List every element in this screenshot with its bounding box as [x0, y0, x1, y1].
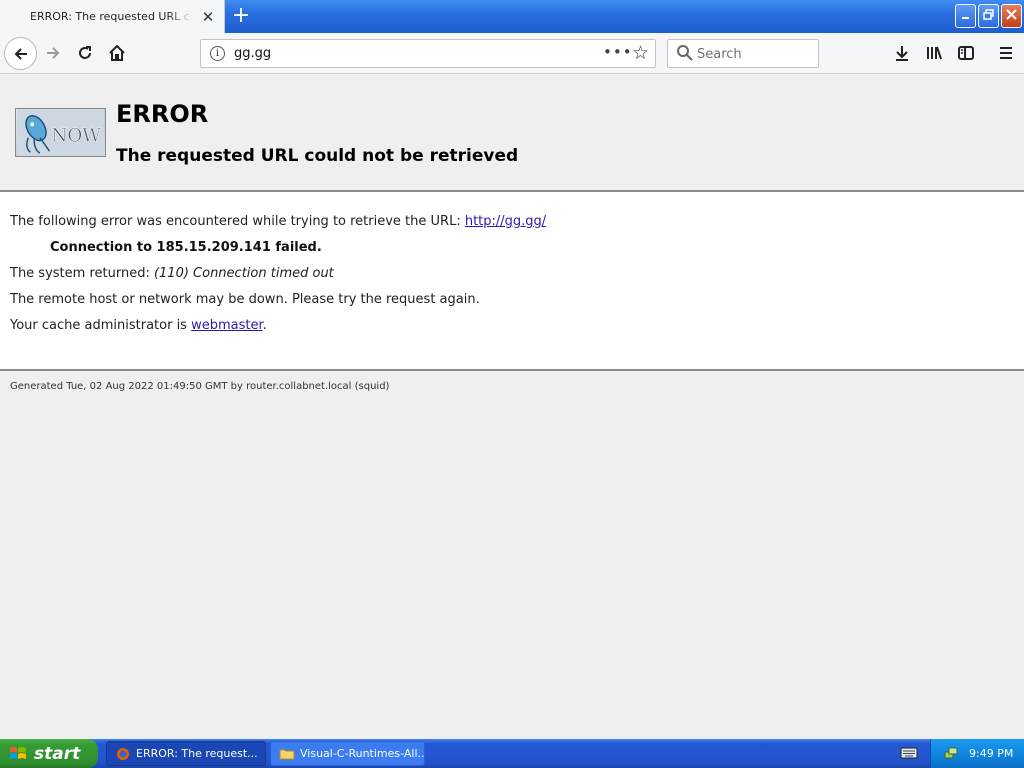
- network-icon[interactable]: [943, 745, 959, 761]
- svg-text:NOW: NOW: [51, 126, 101, 147]
- system-returned: The system returned: (110) Connection ti…: [10, 266, 334, 281]
- system-returned-value: (110) Connection timed out: [153, 266, 334, 281]
- forward-arrow-icon: [47, 47, 60, 59]
- restore-icon: [983, 9, 994, 20]
- minimize-icon: [961, 17, 969, 19]
- url-text[interactable]: gg.gg: [234, 46, 271, 61]
- back-button[interactable]: [4, 37, 37, 70]
- keyboard-icon[interactable]: [900, 745, 918, 761]
- search-icon: [677, 45, 693, 61]
- system-tray: 9:49 PM: [930, 739, 1024, 768]
- page-content: NOW ERROR The requested URL could not be…: [0, 74, 1024, 739]
- library-button[interactable]: [918, 37, 950, 69]
- taskbar-item-browser[interactable]: ERROR: The request...: [106, 741, 266, 766]
- tab-strip: ERROR: The requested URL could not be re…: [0, 0, 1024, 34]
- taskbar-item-folder[interactable]: Visual-C-Runtimes-All...: [270, 741, 425, 766]
- start-button[interactable]: start: [0, 739, 98, 768]
- clock[interactable]: 9:49 PM: [969, 747, 1013, 760]
- minimize-button[interactable]: [955, 4, 976, 28]
- taskbar-item-label: Visual-C-Runtimes-All...: [300, 747, 425, 760]
- cache-admin-line: Your cache administrator is webmaster.: [10, 318, 267, 333]
- error-header: NOW ERROR The requested URL could not be…: [0, 74, 1024, 192]
- taskbar: start ERROR: The request... Visual-C-Run…: [0, 739, 1024, 768]
- hamburger-menu-icon: [1000, 47, 1012, 59]
- menu-button[interactable]: [990, 37, 1022, 69]
- page-footer: Generated Tue, 02 Aug 2022 01:49:50 GMT …: [0, 371, 1024, 739]
- url-bar[interactable]: i gg.gg ••• ☆: [200, 39, 656, 68]
- error-intro-text: The following error was encountered whil…: [10, 214, 465, 229]
- search-bar[interactable]: [667, 39, 819, 68]
- home-icon: [109, 44, 125, 61]
- error-intro: The following error was encountered whil…: [10, 214, 546, 229]
- close-icon: [1006, 9, 1017, 20]
- tab-title: ERROR: The requested URL could not be re…: [30, 10, 192, 23]
- forward-button[interactable]: [37, 37, 69, 69]
- windows-flag-icon: [10, 746, 26, 759]
- reload-button[interactable]: [69, 37, 101, 69]
- error-subtitle: The requested URL could not be retrieved: [116, 146, 519, 166]
- connection-failed-message: Connection to 185.15.209.141 failed.: [50, 240, 322, 255]
- error-title: ERROR: [116, 100, 209, 128]
- webmaster-link[interactable]: webmaster: [191, 318, 263, 333]
- remote-host-message: The remote host or network may be down. …: [10, 292, 480, 307]
- downloads-button[interactable]: [886, 37, 918, 69]
- restore-button[interactable]: [978, 4, 999, 28]
- cache-admin-text: Your cache administrator is: [10, 318, 192, 333]
- navigation-toolbar: i gg.gg ••• ☆: [0, 33, 1024, 74]
- bookmark-star-icon[interactable]: ☆: [632, 42, 649, 64]
- library-icon: [927, 46, 942, 60]
- site-info-icon[interactable]: i: [210, 46, 225, 61]
- search-input[interactable]: [697, 45, 812, 63]
- tab-error[interactable]: ERROR: The requested URL could not be re…: [0, 0, 225, 34]
- close-window-button[interactable]: [1001, 4, 1022, 28]
- tab-close-icon[interactable]: ✕: [199, 8, 217, 26]
- generated-info: Generated Tue, 02 Aug 2022 01:49:50 GMT …: [10, 381, 390, 392]
- back-arrow-icon: [14, 47, 27, 60]
- taskbar-item-label: ERROR: The request...: [136, 747, 258, 760]
- requested-url-link[interactable]: http://gg.gg/: [465, 214, 546, 229]
- folder-icon: [279, 749, 295, 759]
- reload-icon: [79, 46, 91, 59]
- sidebar-button[interactable]: [950, 37, 982, 69]
- start-label: start: [34, 743, 81, 764]
- download-icon: [896, 46, 908, 61]
- home-button[interactable]: [101, 37, 133, 69]
- cache-admin-suffix: .: [262, 318, 267, 333]
- browser-app-icon: [117, 747, 129, 760]
- new-tab-button[interactable]: +: [228, 3, 254, 29]
- page-actions-icon[interactable]: •••: [603, 43, 633, 61]
- system-returned-label: The system returned:: [10, 266, 154, 281]
- squid-logo: NOW: [15, 108, 106, 157]
- sidebar-icon: [958, 46, 974, 60]
